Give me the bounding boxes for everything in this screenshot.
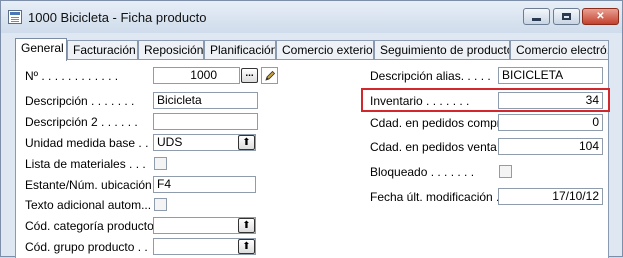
cdad-pedidos-compra-field[interactable]: 0 — [498, 114, 603, 131]
cdad-pedidos-venta-label: Cdad. en pedidos venta . . — [370, 140, 511, 154]
unidad-medida-label: Unidad medida base . . — [25, 136, 149, 150]
no-assist-button[interactable]: ... — [241, 68, 258, 83]
maximize-icon — [562, 13, 571, 20]
maximize-button[interactable] — [553, 8, 580, 25]
descripcion-field[interactable]: Bicicleta — [153, 92, 258, 109]
tab-facturacion[interactable]: Facturación — [67, 40, 138, 60]
tab-planificacion[interactable]: Planificación — [204, 40, 276, 60]
bloqueado-checkbox[interactable] — [499, 165, 512, 178]
tab-comercio-exterior[interactable]: Comercio exterior — [276, 40, 374, 60]
cod-grupo-lookup-button[interactable]: ⬆ — [238, 239, 255, 254]
minimize-icon — [532, 17, 541, 21]
unidad-medida-lookup-button[interactable]: ⬆ — [238, 135, 255, 150]
no-field[interactable]: 1000 — [153, 67, 240, 84]
estante-field[interactable]: F4 — [153, 176, 256, 193]
lookup-icon: ⬆ — [242, 219, 251, 231]
tab-general[interactable]: General — [15, 38, 67, 61]
general-tab-panel: Nº . . . . . . . . . . . . 1000 ... Desc… — [15, 59, 610, 258]
fecha-ult-mod-field[interactable]: 17/10/12 — [498, 188, 603, 205]
inventario-label: Inventario . . . . . . . — [370, 94, 470, 108]
lista-materiales-checkbox[interactable] — [154, 157, 167, 170]
descripcion-label: Descripción . . . . . . . — [25, 94, 135, 108]
estante-label: Estante/Núm. ubicación . . — [25, 178, 166, 192]
cod-grupo-label: Cód. grupo producto . . — [25, 240, 148, 254]
product-card-window: 1000 Bicicleta - Ficha producto ✕ Genera… — [0, 0, 623, 258]
lista-materiales-label: Lista de materiales . . . — [25, 157, 146, 171]
texto-adicional-label: Texto adicional autom... — [25, 198, 152, 212]
cod-categoria-lookup-button[interactable]: ⬆ — [238, 218, 255, 233]
no-label: Nº . . . . . . . . . . . . — [25, 69, 119, 83]
descripcion-alias-field[interactable]: BICICLETA — [498, 67, 603, 84]
close-button[interactable]: ✕ — [582, 8, 619, 25]
tab-seguimiento-productos[interactable]: Seguimiento de productos — [374, 40, 510, 60]
title-bar: 1000 Bicicleta - Ficha producto ✕ — [1, 1, 622, 33]
close-icon: ✕ — [596, 11, 605, 22]
edit-button[interactable] — [261, 67, 278, 84]
lookup-icon: ⬆ — [242, 136, 251, 148]
descripcion2-label: Descripción 2 . . . . . . — [25, 115, 138, 129]
form-icon — [8, 10, 22, 24]
descripcion2-field[interactable] — [153, 113, 258, 130]
pencil-icon — [264, 70, 275, 81]
tab-comercio-electronico[interactable]: Comercio electró... — [510, 40, 609, 60]
cdad-pedidos-venta-field[interactable]: 104 — [498, 138, 603, 155]
bloqueado-label: Bloqueado . . . . . . . — [370, 165, 475, 179]
cdad-pedidos-compra-label: Cdad. en pedidos compra . — [370, 116, 515, 130]
cod-categoria-label: Cód. categoría producto. . — [25, 219, 164, 233]
lookup-icon: ⬆ — [242, 240, 251, 252]
descripcion-alias-label: Descripción alias. . . . . — [370, 69, 491, 83]
inventario-field[interactable]: 34 — [498, 92, 603, 109]
tab-reposicion[interactable]: Reposición — [138, 40, 204, 60]
texto-adicional-checkbox[interactable] — [154, 198, 167, 211]
fecha-ult-mod-label: Fecha últ. modificación . . — [370, 190, 507, 204]
window-title: 1000 Bicicleta - Ficha producto — [28, 10, 207, 25]
minimize-button[interactable] — [523, 8, 550, 25]
